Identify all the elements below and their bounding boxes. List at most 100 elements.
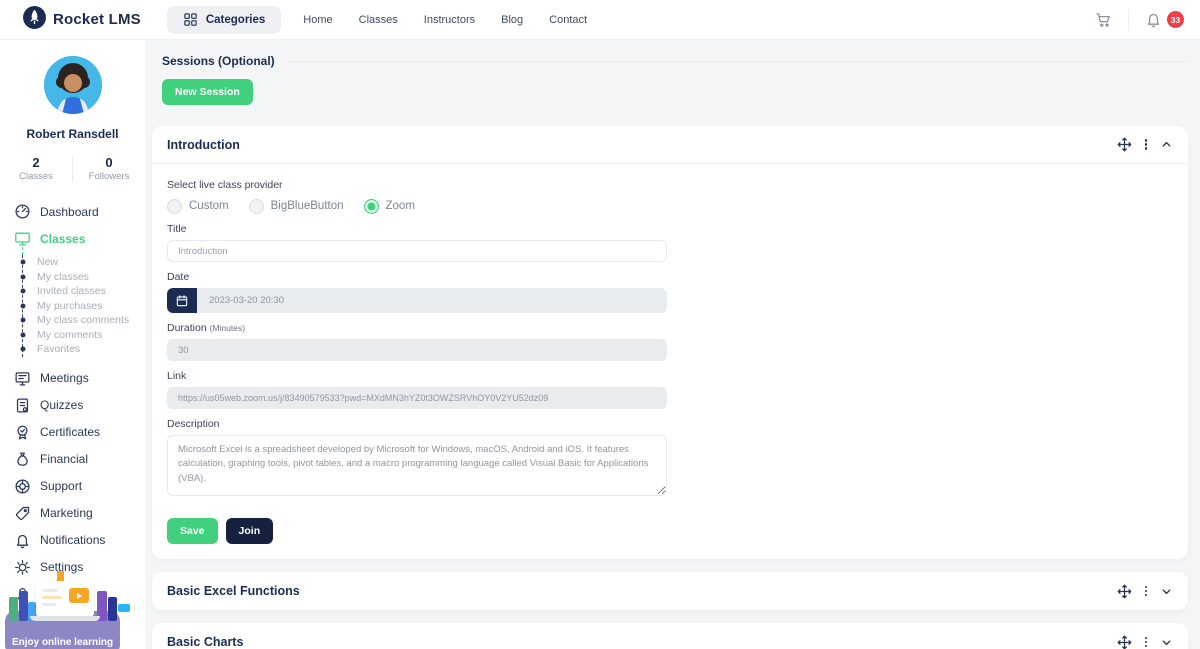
financial-icon bbox=[14, 451, 31, 468]
expand-chevron-down-icon[interactable] bbox=[1160, 585, 1173, 598]
navbar-actions: 33 bbox=[1095, 8, 1184, 31]
notifications-icon bbox=[14, 532, 31, 549]
sidebar: Robert Ransdell 2 Classes 0 Followers Da… bbox=[0, 40, 145, 649]
sidebar-item-certificates[interactable]: Certificates bbox=[14, 419, 145, 446]
nav-link-home[interactable]: Home bbox=[303, 14, 332, 26]
notification-count-badge[interactable]: 33 bbox=[1167, 11, 1184, 28]
book-illustration bbox=[108, 597, 117, 621]
stat-followers: 0 Followers bbox=[72, 155, 145, 182]
duration-input[interactable] bbox=[167, 339, 667, 361]
play-icon bbox=[69, 588, 89, 603]
classes-icon bbox=[14, 230, 31, 247]
top-navbar: Rocket LMS Categories Home Classes Instr… bbox=[0, 0, 1200, 40]
book-illustration bbox=[19, 591, 28, 621]
drag-move-icon[interactable] bbox=[1117, 584, 1132, 599]
sidebar-item-financial[interactable]: Financial bbox=[14, 446, 145, 473]
provider-label: Select live class provider bbox=[167, 179, 283, 191]
link-label: Link bbox=[167, 370, 187, 382]
collapsed-card-header: Basic Charts bbox=[152, 623, 1188, 649]
title-label: Title bbox=[167, 223, 187, 235]
user-stats: 2 Classes 0 Followers bbox=[0, 155, 145, 182]
section-title: Sessions (Optional) bbox=[162, 54, 275, 68]
submenu-item-my-class-comments[interactable]: My class comments bbox=[37, 313, 145, 328]
radio-unchecked-icon[interactable] bbox=[167, 198, 182, 214]
book-illustration bbox=[9, 597, 18, 621]
submenu-item-my-purchases[interactable]: My purchases bbox=[37, 299, 145, 314]
main-content: Sessions (Optional) New Session Introduc… bbox=[145, 40, 1200, 649]
collapse-chevron-up-icon[interactable] bbox=[1160, 138, 1173, 151]
sidebar-item-support[interactable]: Support bbox=[14, 473, 145, 500]
join-button[interactable]: Join bbox=[225, 518, 274, 544]
submenu-item-invited-classes[interactable]: Invited classes bbox=[37, 284, 145, 299]
save-button[interactable]: Save bbox=[167, 518, 218, 544]
session-card-basic-excel-functions: Basic Excel Functions bbox=[152, 572, 1188, 610]
description-textarea[interactable]: Microsoft Excel is a spreadsheet develop… bbox=[167, 435, 667, 496]
kebab-menu-icon[interactable] bbox=[1144, 635, 1147, 649]
new-session-button[interactable]: New Session bbox=[162, 79, 253, 105]
provider-option-custom[interactable]: Custom bbox=[167, 198, 229, 214]
brand-logo[interactable]: Rocket LMS bbox=[22, 5, 141, 35]
sidebar-item-meetings[interactable]: Meetings bbox=[14, 365, 145, 392]
support-icon bbox=[14, 478, 31, 495]
user-name: Robert Ransdell bbox=[26, 127, 119, 141]
session-card-header: Introduction bbox=[152, 126, 1188, 164]
sidebar-item-classes[interactable]: Classes bbox=[14, 225, 145, 252]
quizzes-icon bbox=[14, 397, 31, 414]
dashboard-icon bbox=[14, 203, 31, 220]
brand-name: Rocket LMS bbox=[53, 11, 141, 28]
sidebar-menu: Dashboard Classes New My classes Invited… bbox=[0, 182, 145, 608]
banner-caption: Enjoy online learning bbox=[11, 637, 114, 648]
sidebar-item-marketing[interactable]: Marketing bbox=[14, 500, 145, 527]
notifications-bell-icon[interactable] bbox=[1145, 11, 1162, 28]
submenu-item-new[interactable]: New bbox=[37, 255, 145, 270]
session-card-basic-charts: Basic Charts bbox=[152, 623, 1188, 649]
title-input[interactable] bbox=[167, 240, 667, 262]
kebab-menu-icon[interactable] bbox=[1144, 584, 1147, 598]
duration-unit-label: (Minutes) bbox=[209, 323, 246, 333]
avatar[interactable] bbox=[43, 56, 102, 114]
date-input[interactable] bbox=[197, 288, 667, 313]
nav-link-contact[interactable]: Contact bbox=[549, 14, 587, 26]
provider-option-zoom[interactable]: Zoom bbox=[363, 198, 415, 214]
sidebar-item-quizzes[interactable]: Quizzes bbox=[14, 392, 145, 419]
rocket-logo-icon bbox=[22, 5, 47, 35]
certificates-icon bbox=[14, 424, 31, 441]
submenu-item-my-classes[interactable]: My classes bbox=[37, 270, 145, 285]
main-nav: Home Classes Instructors Blog Contact bbox=[303, 14, 587, 26]
navbar-divider bbox=[1128, 8, 1129, 31]
sidebar-item-notifications[interactable]: Notifications bbox=[14, 527, 145, 554]
radio-unchecked-icon[interactable] bbox=[248, 198, 264, 214]
section-divider bbox=[286, 60, 1188, 62]
radio-checked-icon[interactable] bbox=[363, 198, 379, 214]
date-field-group bbox=[167, 288, 667, 313]
promo-banner[interactable]: Enjoy online learning bbox=[0, 569, 145, 649]
kebab-menu-icon[interactable] bbox=[1144, 138, 1147, 152]
user-profile-summary: Robert Ransdell 2 Classes 0 Followers bbox=[0, 40, 145, 182]
cart-icon[interactable] bbox=[1095, 11, 1112, 28]
stat-classes: 2 Classes bbox=[19, 155, 53, 182]
duration-label: Duration (Minutes) bbox=[167, 322, 246, 334]
submenu-item-my-comments[interactable]: My comments bbox=[37, 328, 145, 343]
drag-move-icon[interactable] bbox=[1117, 137, 1132, 152]
provider-radio-group: Custom BigBlueButton Zoom bbox=[167, 198, 1173, 214]
description-label: Description bbox=[167, 418, 220, 430]
sidebar-item-dashboard[interactable]: Dashboard bbox=[14, 198, 145, 225]
nav-link-classes[interactable]: Classes bbox=[359, 14, 398, 26]
drag-move-icon[interactable] bbox=[1117, 635, 1132, 649]
submenu-item-favorites[interactable]: Favorites bbox=[37, 342, 145, 357]
date-label: Date bbox=[167, 271, 190, 283]
form-buttons-row: Save Join bbox=[167, 518, 1173, 544]
marketing-icon bbox=[14, 505, 31, 522]
nav-link-blog[interactable]: Blog bbox=[501, 14, 523, 26]
nav-link-instructors[interactable]: Instructors bbox=[424, 14, 475, 26]
session-card-body: Select live class provider Custom BigBlu… bbox=[152, 164, 1188, 559]
book-illustration bbox=[118, 604, 130, 612]
laptop-illustration bbox=[36, 581, 94, 617]
provider-option-bigbluebutton[interactable]: BigBlueButton bbox=[248, 198, 344, 214]
calendar-icon[interactable] bbox=[167, 288, 197, 313]
collapsed-card-title: Basic Excel Functions bbox=[167, 584, 300, 598]
collapsed-card-header: Basic Excel Functions bbox=[152, 572, 1188, 610]
expand-chevron-down-icon[interactable] bbox=[1160, 636, 1173, 649]
categories-button[interactable]: Categories bbox=[166, 5, 282, 34]
link-input[interactable] bbox=[167, 387, 667, 409]
